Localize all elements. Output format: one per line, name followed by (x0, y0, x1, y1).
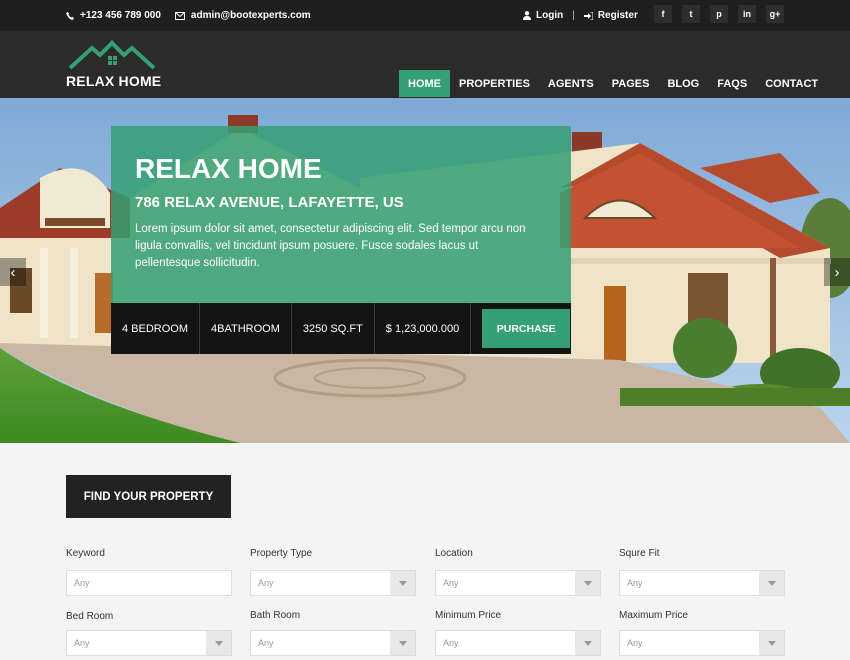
property-stats-bar: 4 BEDROOM 4BATHROOM 3250 SQ.FT $ 1,23,00… (111, 303, 571, 354)
phone-number[interactable]: +123 456 789 000 (80, 10, 161, 21)
keyword-label: Keyword (66, 548, 105, 559)
bed-room-select[interactable]: Any (66, 630, 232, 656)
stat-bedrooms: 4 BEDROOM (111, 303, 201, 354)
nav-pages[interactable]: PAGES (603, 70, 659, 97)
nav-properties[interactable]: PROPERTIES (450, 70, 539, 97)
keyword-input[interactable]: Any (66, 570, 232, 596)
bath-room-field: Bath Room Any (250, 610, 416, 656)
keyword-field: Keyword Any (66, 548, 232, 596)
property-address: 786 RELAX AVENUE, LAFAYETTE, US (135, 194, 404, 211)
square-fit-select[interactable]: Any (619, 570, 785, 596)
property-type-select[interactable]: Any (250, 570, 416, 596)
bath-room-select[interactable]: Any (250, 630, 416, 656)
google-plus-icon[interactable]: g+ (766, 5, 784, 23)
maximum-price-label: Maximum Price (619, 610, 688, 621)
email-address[interactable]: admin@bootexperts.com (191, 10, 311, 21)
main-nav: HOME PROPERTIES AGENTS PAGES BLOG FAQS C… (399, 70, 827, 97)
maximum-price-value: Any (627, 638, 643, 648)
top-bar: +123 456 789 000 admin@bootexperts.com L… (0, 0, 850, 31)
linkedin-icon[interactable]: in (738, 5, 756, 23)
pinterest-icon[interactable]: p (710, 5, 728, 23)
location-select[interactable]: Any (435, 570, 601, 596)
bath-room-value: Any (258, 638, 274, 648)
phone-icon (66, 11, 74, 20)
bed-room-value: Any (74, 638, 90, 648)
chevron-down-icon[interactable] (575, 571, 600, 595)
nav-home[interactable]: HOME (399, 70, 450, 97)
chevron-down-icon[interactable] (390, 631, 415, 655)
stat-area: 3250 SQ.FT (292, 303, 375, 354)
logo-text: RELAX HOME (66, 73, 162, 89)
nav-agents[interactable]: AGENTS (539, 70, 603, 97)
property-title: RELAX HOME (135, 153, 322, 184)
bed-room-field: Bed Room Any (66, 611, 232, 656)
sign-in-icon (583, 11, 593, 20)
nav-contact[interactable]: CONTACT (756, 70, 827, 97)
nav-blog[interactable]: BLOG (658, 70, 708, 97)
minimum-price-select[interactable]: Any (435, 630, 601, 656)
facebook-icon[interactable]: f (654, 5, 672, 23)
slider-next-button[interactable]: › (824, 258, 850, 286)
auth-separator: | (572, 10, 575, 21)
social-links: f t p in g+ (654, 5, 794, 23)
site-logo[interactable]: RELAX HOME (66, 40, 162, 90)
stat-price: $ 1,23,000.000 (375, 303, 472, 354)
minimum-price-label: Minimum Price (435, 610, 502, 621)
chevron-down-icon[interactable] (575, 631, 600, 655)
contact-info: +123 456 789 000 admin@bootexperts.com (66, 10, 325, 21)
nav-faqs[interactable]: FAQS (708, 70, 756, 97)
purchase-button[interactable]: PURCHASE (482, 309, 571, 348)
keyword-value: Any (74, 578, 90, 588)
register-link[interactable]: Register (583, 10, 638, 21)
location-value: Any (443, 578, 459, 588)
user-icon (523, 11, 531, 20)
site-header: RELAX HOME HOME PROPERTIES AGENTS PAGES … (0, 31, 850, 98)
twitter-icon[interactable]: t (682, 5, 700, 23)
bed-room-label: Bed Room (66, 611, 114, 622)
square-fit-label: Squre Fit (619, 548, 660, 559)
chevron-down-icon[interactable] (759, 631, 784, 655)
envelope-icon (174, 11, 185, 20)
auth-links: Login | Register (523, 10, 638, 21)
property-type-field: Property Type Any (250, 548, 416, 596)
maximum-price-field: Maximum Price Any (619, 610, 785, 656)
login-link[interactable]: Login (523, 10, 563, 21)
maximum-price-select[interactable]: Any (619, 630, 785, 656)
square-fit-field: Squre Fit Any (619, 548, 785, 596)
login-label: Login (536, 10, 564, 21)
property-type-label: Property Type (250, 548, 313, 559)
property-type-value: Any (258, 578, 274, 588)
find-property-heading: FIND YOUR PROPERTY (66, 475, 231, 518)
property-overlay: RELAX HOME 786 RELAX AVENUE, LAFAYETTE, … (111, 126, 571, 303)
phone-contact: +123 456 789 000 (66, 10, 161, 21)
register-label: Register (597, 10, 638, 21)
house-roof-logo-icon (68, 40, 156, 70)
stat-bathrooms: 4BATHROOM (200, 303, 292, 354)
chevron-down-icon[interactable] (390, 571, 415, 595)
location-field: Location Any (435, 548, 601, 596)
minimum-price-field: Minimum Price Any (435, 610, 601, 656)
hero-slider: ‹ › RELAX HOME 786 RELAX AVENUE, LAFAYET… (0, 98, 850, 443)
chevron-down-icon[interactable] (759, 571, 784, 595)
chevron-down-icon[interactable] (206, 631, 231, 655)
email-contact: admin@bootexperts.com (174, 10, 311, 21)
minimum-price-value: Any (443, 638, 459, 648)
property-description: Lorem ipsum dolor sit amet, consectetur … (135, 223, 526, 269)
location-label: Location (435, 548, 473, 559)
slider-prev-button[interactable]: ‹ (0, 258, 26, 286)
bath-room-label: Bath Room (250, 610, 301, 621)
square-fit-value: Any (627, 578, 643, 588)
